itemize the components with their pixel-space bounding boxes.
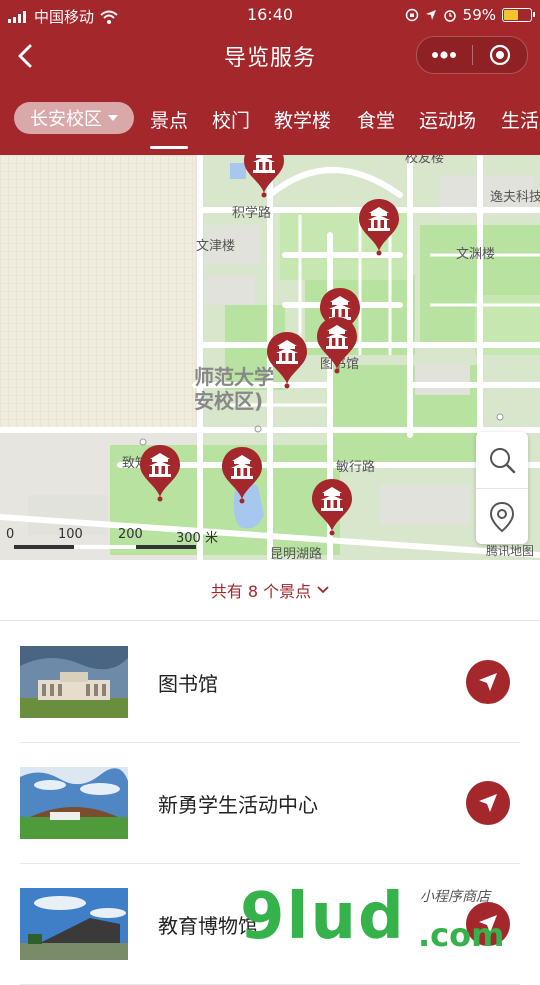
campus-selector[interactable]: 长安校区	[14, 102, 134, 134]
map-label-yifu: 逸夫科技	[490, 190, 540, 205]
scale-label: 0	[6, 527, 15, 542]
map-label-minxing-road: 敏行路	[336, 460, 376, 475]
caret-down-icon	[108, 115, 118, 121]
scale-bar-line	[14, 545, 196, 549]
scale-label: 100	[58, 527, 83, 542]
tab-scenic-spots[interactable]: 景点	[150, 106, 189, 149]
map-pin-scenic-spot[interactable]	[315, 315, 359, 375]
map-pin-scenic-spot[interactable]	[242, 155, 286, 199]
chevron-down-icon	[317, 586, 329, 594]
map-pin-scenic-spot[interactable]	[138, 443, 182, 503]
miniprogram-capsule	[416, 36, 528, 74]
tab-gates[interactable]: 校门	[212, 106, 250, 133]
spot-count-text: 共有 8 个景点	[210, 582, 312, 601]
navigation-arrow-icon	[479, 794, 497, 812]
list-item[interactable]: 新勇学生活动中心	[20, 743, 520, 864]
navigate-button[interactable]	[466, 781, 510, 825]
target-close-icon	[489, 44, 510, 66]
nav-bar: 导览服务	[0, 30, 540, 82]
map-search-button[interactable]	[476, 432, 528, 488]
spot-name: 图书馆	[158, 672, 218, 696]
spot-thumbnail	[20, 767, 128, 839]
map-label-wenyuan: 文渊楼	[456, 247, 496, 262]
map-provider-logo: 腾讯地图	[485, 544, 534, 558]
map-label-road-top: 校友楼	[405, 155, 445, 166]
more-button[interactable]	[417, 37, 472, 73]
status-bar: 中国移动 16:40 59%	[0, 0, 540, 30]
campus-selector-label: 长安校区	[30, 109, 102, 130]
tab-living[interactable]: 生活	[501, 106, 539, 133]
map-pin-scenic-spot[interactable]	[265, 330, 309, 390]
spot-thumbnail	[20, 888, 128, 960]
tab-canteens[interactable]: 食堂	[357, 106, 395, 133]
spot-count-toggle[interactable]: 共有 8 个景点	[0, 560, 540, 621]
battery-percent: 59%	[462, 6, 496, 24]
map-side-controls	[476, 432, 528, 544]
map-label-wenjin: 文津楼	[196, 239, 236, 254]
scale-label: 300 米	[176, 531, 218, 546]
spot-name: 教育博物馆	[158, 914, 258, 938]
map-pin-scenic-spot[interactable]	[310, 477, 354, 537]
spot-list: 图书馆 新勇学生活动中心 教育博物馆	[0, 622, 540, 985]
navigation-arrow-icon	[479, 915, 497, 933]
tab-sports-fields[interactable]: 运动场	[419, 106, 476, 133]
map-label-campus-name-1: 师范大学	[194, 365, 274, 389]
scale-label: 200	[118, 527, 143, 542]
map-locate-button[interactable]	[476, 488, 528, 545]
navigate-button[interactable]	[466, 902, 510, 946]
map-label-kunming-road: 昆明湖路	[270, 547, 323, 560]
list-item[interactable]: 教育博物馆	[20, 864, 520, 985]
map-scale-bar: 0 100 200 300 米	[6, 527, 226, 553]
spot-name: 新勇学生活动中心	[158, 793, 318, 817]
close-miniprogram-button[interactable]	[473, 37, 528, 73]
map-pin-scenic-spot[interactable]	[357, 197, 401, 257]
campus-map[interactable]: 校友楼 积学路 逸夫科技 文津楼 文渊楼 图书馆 师范大学 安校区) 致知 敏行…	[0, 155, 540, 560]
more-dots-icon	[432, 51, 457, 59]
battery-icon	[502, 8, 535, 22]
navigation-arrow-icon	[479, 673, 497, 691]
navigate-button[interactable]	[466, 660, 510, 704]
map-pin-scenic-spot[interactable]	[220, 445, 264, 505]
search-icon	[490, 448, 516, 474]
alarm-icon	[443, 10, 456, 22]
location-pin-icon	[489, 501, 515, 533]
rotation-lock-icon	[405, 8, 418, 22]
map-label-campus-name-2: 安校区)	[194, 389, 264, 413]
map-label-jilu-road: 积学路	[232, 206, 272, 221]
location-arrow-icon	[425, 10, 436, 20]
list-item[interactable]: 图书馆	[20, 622, 520, 743]
tab-teaching-buildings[interactable]: 教学楼	[274, 106, 331, 133]
spot-thumbnail	[20, 646, 128, 718]
category-tabs: 长安校区 景点 校门 教学楼 食堂 运动场 生活	[0, 82, 540, 155]
